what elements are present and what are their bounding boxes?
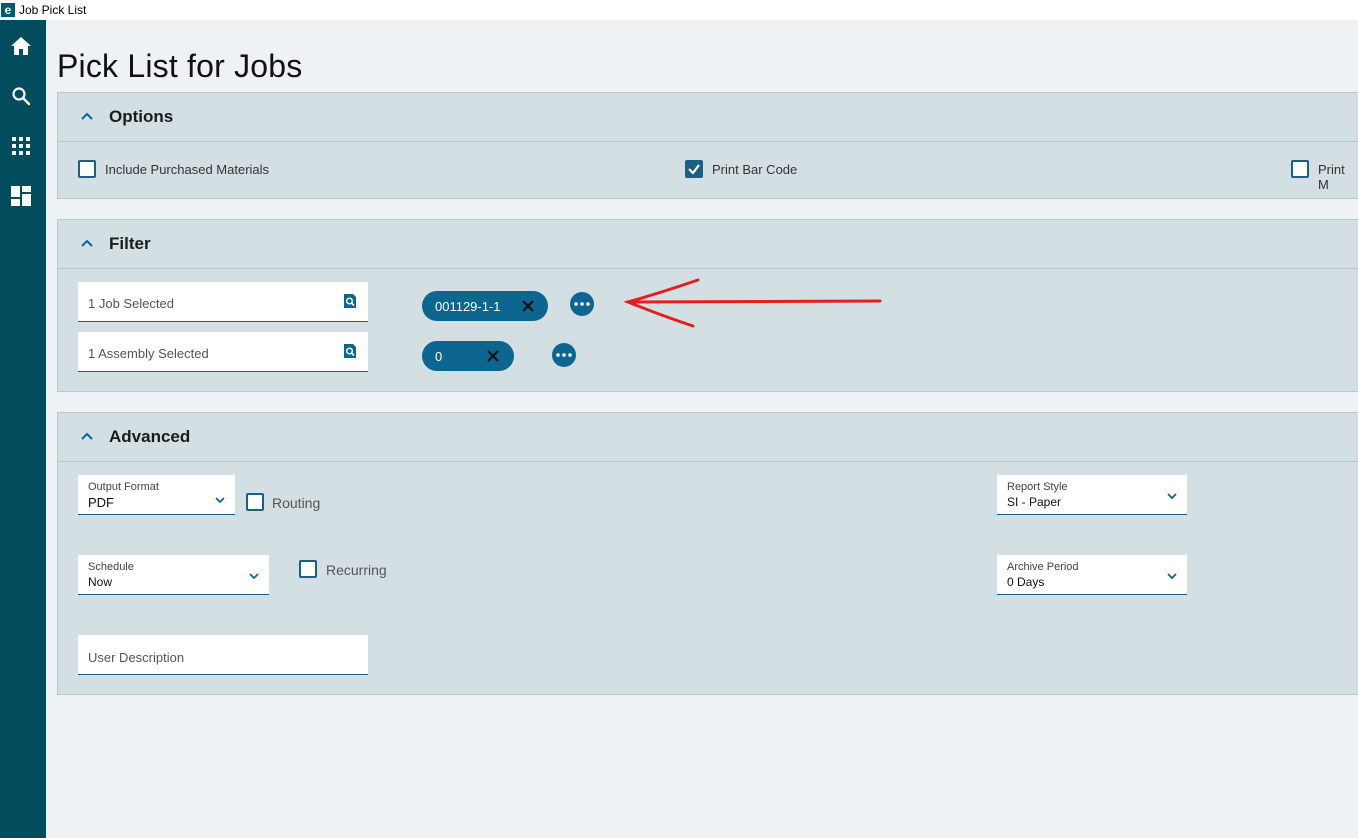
job-chip[interactable]: 001129-1-1 (422, 291, 548, 321)
user-description-field[interactable]: User Description (78, 635, 368, 675)
print-m-checkbox[interactable] (1291, 160, 1309, 178)
close-icon[interactable] (486, 349, 500, 363)
advanced-section: Advanced Output Format PDF Routing Repor… (57, 412, 1358, 695)
schedule-dropdown[interactable]: Schedule Now (78, 555, 269, 595)
chevron-down-icon (215, 497, 225, 504)
chevron-up-icon (81, 432, 93, 440)
recurring-label: Recurring (326, 562, 387, 578)
print-bar-code-checkbox[interactable] (685, 160, 703, 178)
chevron-down-icon (1167, 573, 1177, 580)
assembly-chip[interactable]: 0 (422, 341, 514, 371)
options-section: Options Include Purchased Materials Prin… (57, 92, 1358, 199)
options-section-header[interactable]: Options (58, 93, 1358, 142)
options-section-title: Options (109, 107, 174, 126)
grid-icon[interactable] (9, 134, 33, 158)
chevron-up-icon (81, 112, 93, 120)
filter-section-header[interactable]: Filter (58, 220, 1358, 269)
chevron-down-icon (249, 573, 259, 580)
routing-checkbox[interactable] (246, 493, 264, 511)
print-m-label: Print M (1318, 162, 1345, 192)
output-format-value: PDF (88, 495, 114, 510)
more-icon (556, 353, 572, 357)
more-icon (574, 302, 590, 306)
dashboard-icon[interactable] (9, 184, 33, 208)
close-icon[interactable] (521, 299, 535, 313)
app-logo-letter: e (4, 3, 12, 17)
annotation-arrow (623, 278, 882, 328)
filter-section-title: Filter (109, 234, 151, 253)
print-bar-code-label: Print Bar Code (712, 162, 798, 177)
assembly-selector-field[interactable]: 1 Assembly Selected (78, 332, 368, 372)
job-chip-label: 001129-1-1 (435, 299, 501, 314)
chevron-up-icon (81, 239, 93, 247)
checkmark-icon (688, 164, 700, 175)
include-purchased-label: Include Purchased Materials (105, 162, 270, 177)
recurring-checkbox[interactable] (299, 560, 317, 578)
archive-period-label: Archive Period (1007, 561, 1079, 573)
routing-label: Routing (272, 495, 321, 511)
page-title: Pick List for Jobs (57, 48, 303, 84)
archive-period-value: 0 Days (1007, 575, 1045, 589)
advanced-section-title: Advanced (109, 427, 191, 446)
report-style-value: SI - Paper (1007, 495, 1062, 509)
assembly-selector-value: 1 Assembly Selected (88, 346, 209, 361)
job-selector-value: 1 Job Selected (88, 296, 175, 311)
job-more-button[interactable] (570, 292, 594, 316)
user-description-placeholder: User Description (88, 650, 185, 665)
job-selector-field[interactable]: 1 Job Selected (78, 282, 368, 322)
search-icon[interactable] (9, 84, 33, 108)
window-title: Job Pick List (19, 3, 87, 17)
sidebar (0, 20, 46, 838)
schedule-value: Now (88, 575, 113, 589)
app-logo-icon: e (1, 3, 15, 17)
assembly-chip-label: 0 (435, 349, 443, 364)
report-style-dropdown[interactable]: Report Style SI - Paper (997, 475, 1187, 515)
window-titlebar: e Job Pick List (0, 0, 1358, 20)
search-doc-icon[interactable] (343, 293, 357, 309)
assembly-more-button[interactable] (552, 343, 576, 367)
output-format-dropdown[interactable]: Output Format PDF (78, 475, 235, 515)
output-format-label: Output Format (88, 481, 159, 493)
schedule-label: Schedule (88, 561, 134, 573)
advanced-section-header[interactable]: Advanced (58, 413, 1358, 462)
home-icon[interactable] (9, 34, 33, 58)
report-style-label: Report Style (1007, 481, 1068, 493)
include-purchased-checkbox[interactable] (78, 160, 96, 178)
search-doc-icon[interactable] (343, 343, 357, 359)
chevron-down-icon (1167, 493, 1177, 500)
archive-period-dropdown[interactable]: Archive Period 0 Days (997, 555, 1187, 595)
